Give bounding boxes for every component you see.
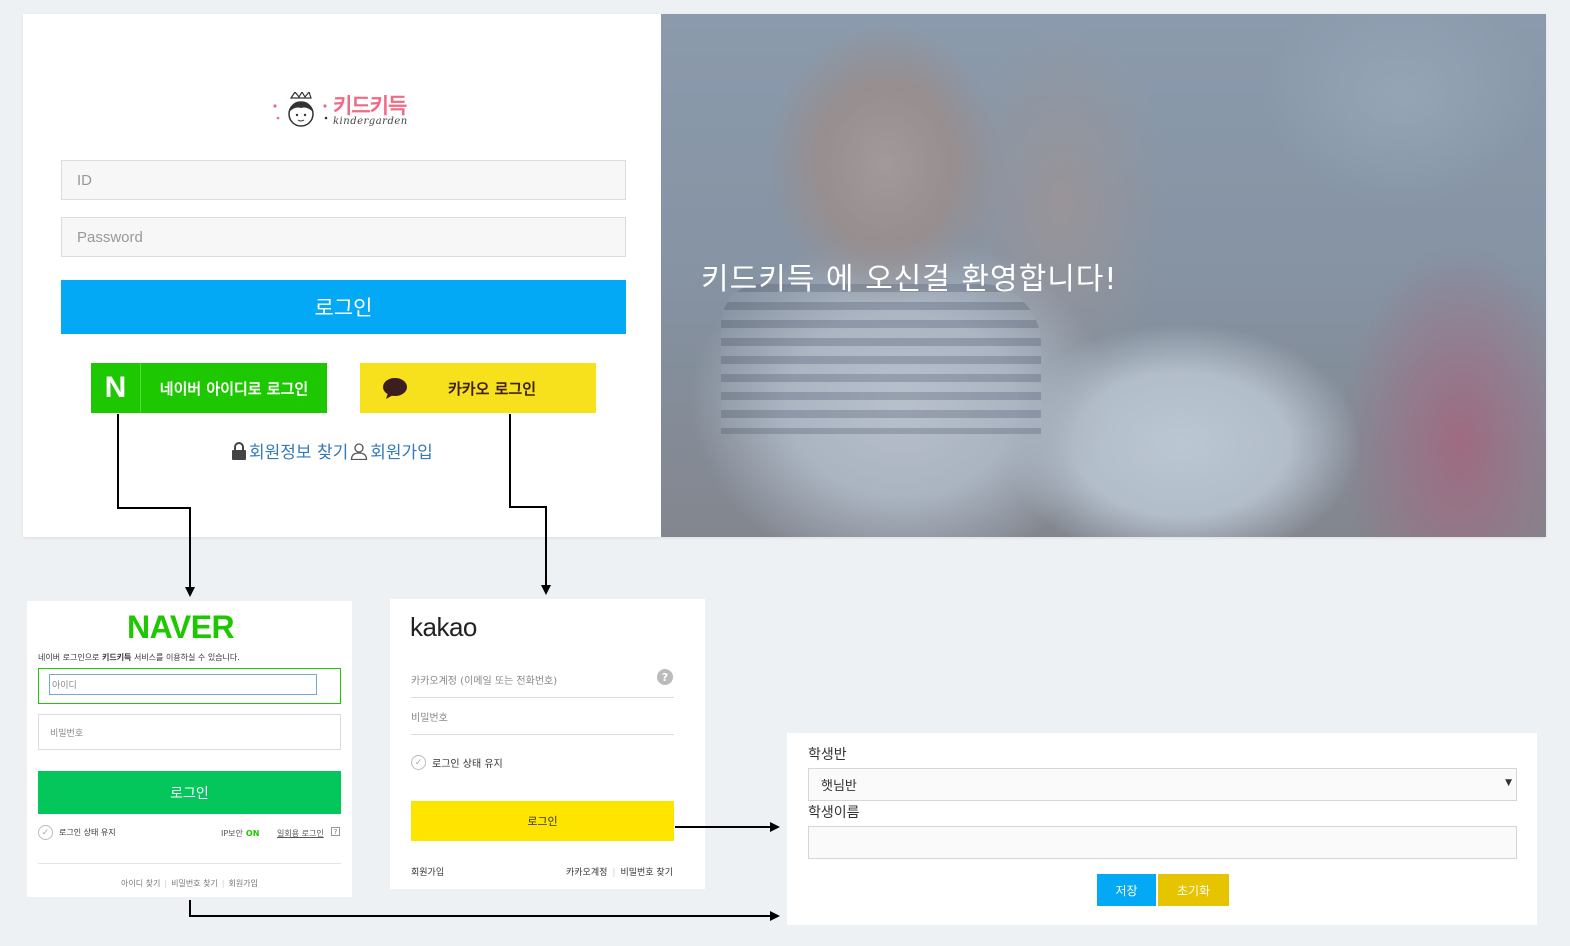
naver-password-field[interactable]: 비밀번호 — [38, 714, 341, 750]
check-icon[interactable]: ✓ — [38, 825, 53, 840]
arrow-naver-form — [189, 900, 780, 921]
naver-one-time-login-link[interactable]: 일회용 로그인 — [277, 828, 324, 839]
naver-footer-links: 아이디 찾기 | 비밀번호 찾기 | 회원가입 — [121, 879, 258, 888]
naver-description: 네이버 로그인으로 키드키득 서비스를 이용하실 수 있습니다. — [38, 653, 240, 662]
login-column: 키드키득 kindergarden ID Password 로그인 N 네이버 … — [23, 14, 661, 537]
id-input[interactable]: ID — [61, 160, 626, 200]
kid-face-icon — [273, 92, 328, 127]
naver-submit-button[interactable]: 로그인 — [38, 771, 341, 814]
login-button[interactable]: 로그인 — [61, 280, 626, 334]
lock-icon — [231, 441, 247, 460]
kakao-logo: kakao — [410, 612, 477, 642]
save-button[interactable]: 저장 — [1097, 874, 1156, 906]
kakao-footer-links: 카카오계정 | 비밀번호 찾기 — [566, 868, 673, 878]
naver-keep-label: 로그인 상태 유지 — [59, 828, 116, 837]
naver-ip-security[interactable]: IP보안 ON — [221, 828, 259, 839]
student-name-label: 학생이름 — [808, 805, 860, 821]
divider — [38, 863, 341, 864]
kakao-account-link[interactable]: 카카오계정 — [566, 868, 607, 878]
hero-photo: 키드키득 에 오신걸 환영합니다! — [661, 14, 1546, 537]
signup-link[interactable]: 회원가입 — [370, 438, 433, 463]
kakao-keep-login[interactable]: ✓ 로그인 상태 유지 — [411, 755, 503, 770]
naver-login-button[interactable]: N 네이버 아이디로 로그인 — [91, 363, 327, 413]
dropdown-arrow-icon: ▼ — [1505, 778, 1512, 788]
kakao-login-label: 카카오 로그인 — [448, 379, 537, 398]
kakao-password-input[interactable]: 비밀번호 — [411, 698, 674, 735]
naver-find-pw-link[interactable]: 비밀번호 찾기 — [171, 879, 218, 888]
kakao-find-pw-link[interactable]: 비밀번호 찾기 — [620, 868, 673, 878]
naver-keep-login[interactable]: ✓ 로그인 상태 유지 — [38, 825, 116, 840]
main-login-card: 키드키득 kindergarden ID Password 로그인 N 네이버 … — [23, 14, 1546, 537]
naver-n-icon: N — [91, 363, 141, 413]
class-select-value: 햇님반 — [821, 779, 857, 794]
naver-id-input[interactable]: 아이디 — [49, 674, 317, 695]
class-label: 학생반 — [808, 747, 847, 763]
kakao-speech-bubble-icon — [360, 377, 430, 399]
help-icon[interactable]: ? — [657, 669, 673, 685]
find-account-link[interactable]: 회원정보 찾기 — [249, 438, 348, 463]
naver-logo: NAVER — [127, 609, 235, 645]
kakao-submit-button[interactable]: 로그인 — [411, 801, 674, 841]
class-select[interactable]: 햇님반 ▼ — [808, 768, 1517, 801]
reset-button[interactable]: 초기화 — [1158, 874, 1229, 906]
kakao-account-input[interactable]: 카카오계정 (이메일 또는 전화번호) — [411, 661, 674, 698]
check-icon[interactable]: ✓ — [411, 755, 426, 770]
student-name-input[interactable] — [808, 826, 1517, 859]
brand-subtitle: kindergarden — [333, 116, 408, 127]
password-input[interactable]: Password — [61, 217, 626, 257]
kakao-keep-label: 로그인 상태 유지 — [432, 759, 503, 770]
kakao-login-panel: kakao 카카오계정 (이메일 또는 전화번호) ? 비밀번호 ✓ 로그인 상… — [390, 599, 705, 889]
welcome-text: 키드키득 에 오신걸 환영합니다! — [701, 262, 1118, 297]
naver-login-panel: NAVER 네이버 로그인으로 키드키득 서비스를 이용하실 수 있습니다. 아… — [27, 601, 352, 897]
naver-login-label: 네이버 아이디로 로그인 — [159, 379, 309, 398]
student-form-panel: 학생반 햇님반 ▼ 학생이름 저장 초기화 — [787, 733, 1537, 925]
user-icon — [350, 442, 368, 460]
kakao-login-button[interactable]: 카카오 로그인 — [360, 363, 596, 413]
account-links: 회원정보 찾기 회원가입 — [231, 438, 433, 463]
naver-find-id-link[interactable]: 아이디 찾기 — [121, 879, 160, 888]
naver-id-field[interactable]: 아이디 — [38, 668, 341, 704]
help-icon[interactable]: ? — [331, 827, 340, 836]
brand-logo: 키드키득 kindergarden — [263, 86, 423, 136]
naver-signup-link[interactable]: 회원가입 — [229, 879, 258, 888]
kakao-signup-link[interactable]: 회원가입 — [411, 865, 444, 878]
